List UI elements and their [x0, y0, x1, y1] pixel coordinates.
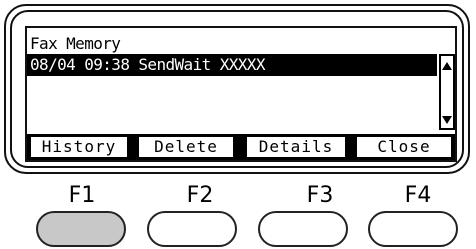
softkey-delete[interactable]: Delete: [139, 137, 233, 157]
f4-label: F4: [404, 183, 432, 208]
softkey-details[interactable]: Details: [247, 137, 345, 157]
scroll-down-arrow-icon[interactable]: [442, 116, 452, 124]
screen-title: Fax Memory: [30, 34, 121, 53]
softkey-close[interactable]: Close: [357, 137, 451, 157]
f1-button[interactable]: [36, 211, 126, 247]
f3-label: F3: [306, 183, 334, 208]
list-item-selected[interactable]: 08/04 09:38 SendWait XXXXX: [27, 54, 437, 76]
scrollbar[interactable]: [439, 54, 455, 130]
f1-label: F1: [68, 183, 96, 208]
lcd-screen: Fax Memory 08/04 09:38 SendWait XXXXX Hi…: [25, 26, 457, 162]
f2-button[interactable]: [147, 211, 237, 247]
f3-button[interactable]: [258, 211, 348, 247]
f2-label: F2: [186, 183, 214, 208]
softkey-bar: History Delete Details Close: [27, 134, 455, 160]
softkey-history[interactable]: History: [31, 137, 127, 157]
f4-button[interactable]: [368, 211, 458, 247]
scroll-up-arrow-icon[interactable]: [442, 62, 452, 70]
